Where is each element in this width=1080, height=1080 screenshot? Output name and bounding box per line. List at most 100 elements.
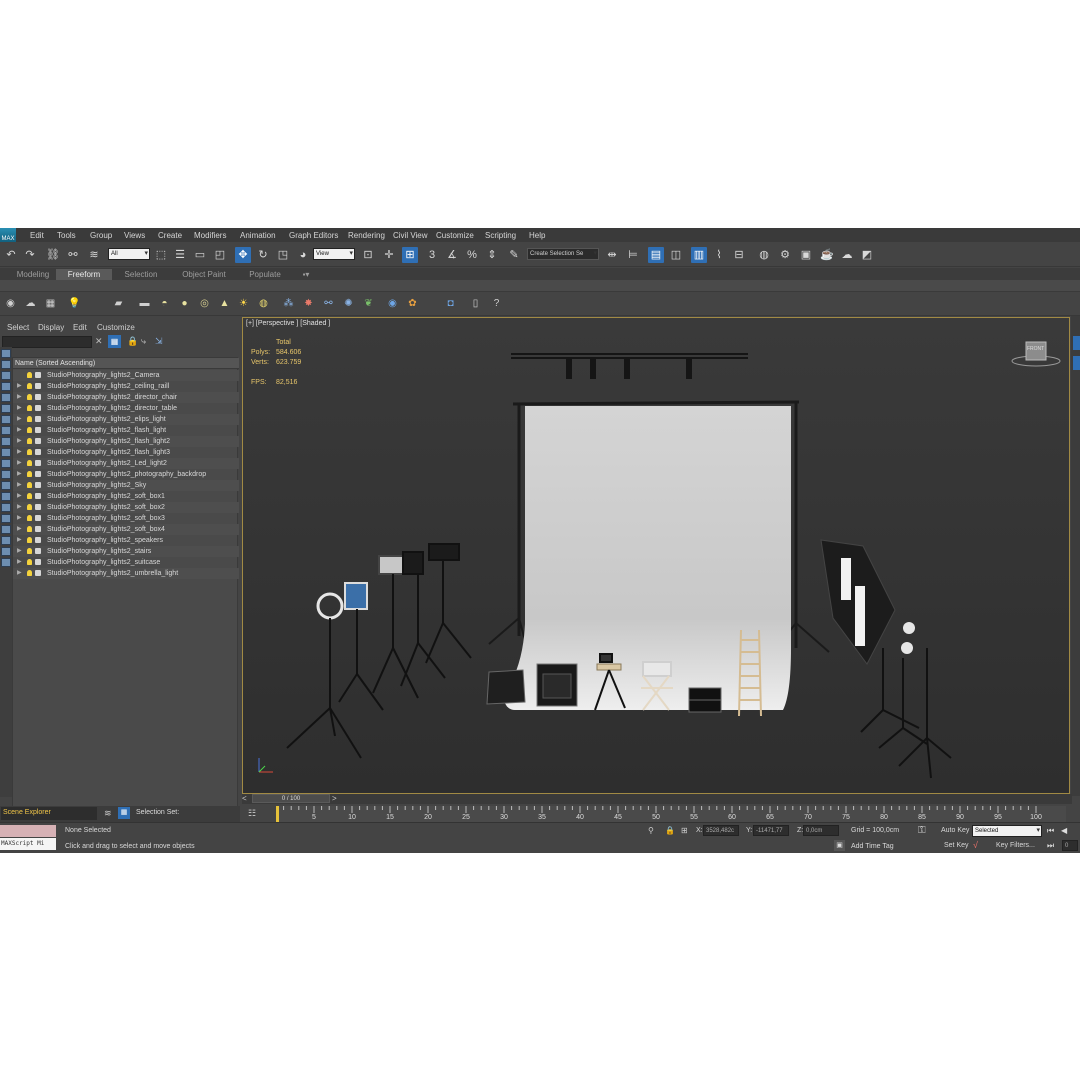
undo-icon[interactable]: ↶	[3, 247, 19, 263]
select-and-place-icon[interactable]: ◕	[295, 247, 311, 263]
filter-toggle-icon[interactable]	[1, 525, 11, 534]
reference-coordinate-dropdown[interactable]: View	[313, 248, 355, 260]
menu-create[interactable]: Create	[158, 228, 182, 242]
y-coordinate-field[interactable]: -11471,77	[753, 825, 789, 836]
track-bar-toggle-icon[interactable]: ☷	[248, 808, 262, 820]
dynamics-icon[interactable]: ✸	[301, 296, 316, 311]
tab-object-paint[interactable]: Object Paint	[172, 269, 236, 280]
expand-arrow-icon[interactable]: ▶	[17, 568, 22, 579]
filter-toggle-icon[interactable]	[1, 503, 11, 512]
list-item[interactable]: ▶ StudioPhotography_lights2_director_chai…	[13, 392, 239, 403]
set-key-icon[interactable]: ⚿	[918, 825, 926, 836]
scene-explorer-dropdown[interactable]: Scene Explorer	[1, 807, 97, 820]
menu-edit[interactable]: Edit	[30, 228, 44, 242]
select-children-icon[interactable]: ⇲	[155, 336, 163, 347]
menu-customize[interactable]: Customize	[436, 228, 474, 242]
filter-toggle-icon[interactable]	[1, 382, 11, 391]
list-item[interactable]: ▶ StudioPhotography_lights2_Led_light2	[13, 458, 239, 469]
filter-toggle-icon[interactable]	[1, 448, 11, 457]
visibility-bulb-icon[interactable]	[27, 526, 32, 532]
menu-graph-editors[interactable]: Graph Editors	[289, 228, 338, 242]
list-item[interactable]: ▶ StudioPhotography_lights2_flash_light2	[13, 436, 239, 447]
display-all-icon[interactable]: ☁	[23, 296, 38, 311]
z-coordinate-field[interactable]: 0,0cm	[803, 825, 839, 836]
tab-selection[interactable]: Selection	[116, 269, 166, 280]
expand-arrow-icon[interactable]: ▶	[17, 524, 22, 535]
clear-search-icon[interactable]: ✕	[95, 336, 103, 347]
key-curve-icon[interactable]: √	[973, 840, 978, 850]
expand-arrow-icon[interactable]: ▶	[17, 480, 22, 491]
filter-toggle-icon[interactable]	[1, 547, 11, 556]
time-tag-icon[interactable]: ▣	[834, 840, 845, 851]
color-picker-icon[interactable]: ✿	[405, 296, 420, 311]
box-primitive-icon[interactable]: ▬	[137, 296, 152, 311]
hierarchy-icon[interactable]: ⤷	[141, 336, 146, 347]
expand-arrow-icon[interactable]: ▶	[17, 458, 22, 469]
key-filters-button[interactable]: Key Filters...	[996, 842, 1035, 849]
find-icon[interactable]: ▦	[108, 335, 121, 348]
explorer-menu-customize[interactable]: Customize	[97, 323, 135, 332]
filter-toggle-icon[interactable]	[1, 415, 11, 424]
rendered-frame-window-icon[interactable]: ▣	[798, 247, 814, 263]
rectangular-selection-icon[interactable]: ▭	[192, 247, 208, 263]
spinner-snap-icon[interactable]: ⇕	[484, 247, 500, 263]
bind-space-warp-icon[interactable]: ≋	[86, 247, 102, 263]
expand-arrow-icon[interactable]: ▶	[17, 491, 22, 502]
expand-arrow-icon[interactable]: ▶	[17, 425, 22, 436]
perspective-viewport[interactable]: [+] [Perspective ] [Shaded ] Total Polys…	[242, 317, 1070, 794]
align-icon[interactable]: ⊨	[625, 247, 641, 263]
time-slider[interactable]: < 0 / 100 >	[242, 794, 1072, 804]
visibility-bulb-icon[interactable]	[27, 559, 32, 565]
time-next-icon[interactable]: >	[332, 794, 337, 803]
visibility-bulb-icon[interactable]	[27, 504, 32, 510]
current-frame-field[interactable]: 0	[1062, 840, 1078, 851]
viewport-config-icon[interactable]: ▯	[468, 296, 483, 311]
tab-populate[interactable]: Populate	[242, 269, 288, 280]
absolute-mode-icon[interactable]: ⊞	[681, 826, 688, 835]
filter-toggle-icon[interactable]	[1, 437, 11, 446]
expand-arrow-icon[interactable]: ▶	[17, 469, 22, 480]
filter-toggle-icon[interactable]	[1, 393, 11, 402]
menu-animation[interactable]: Animation	[240, 228, 276, 242]
named-selection-set-dropdown[interactable]: Create Selection Se	[527, 248, 599, 260]
help-icon[interactable]: ?	[489, 296, 504, 311]
list-item[interactable]: ▶ StudioPhotography_lights2_suitcase	[13, 557, 239, 568]
time-cursor[interactable]	[276, 806, 279, 822]
expand-arrow-icon[interactable]: ▶	[17, 513, 22, 524]
visibility-bulb-icon[interactable]	[27, 537, 32, 543]
percent-snap-icon[interactable]: %	[464, 247, 480, 263]
visibility-bulb-icon[interactable]	[27, 394, 32, 400]
material-editor-icon[interactable]: ◍	[756, 247, 772, 263]
auto-key-button[interactable]: Auto Key	[941, 827, 969, 834]
maxscript-listener-output[interactable]	[0, 825, 56, 837]
pivot-center-icon[interactable]: ⊡	[360, 247, 376, 263]
filter-toggle-icon[interactable]	[1, 360, 11, 369]
panel-tab-create[interactable]	[1073, 336, 1080, 350]
expand-arrow-icon[interactable]: ▶	[17, 546, 22, 557]
visibility-bulb-icon[interactable]	[27, 416, 32, 422]
toggle-scene-explorer-icon[interactable]: ▤	[648, 247, 664, 263]
menu-modifiers[interactable]: Modifiers	[194, 228, 226, 242]
xref-icon[interactable]: ⚯	[321, 296, 336, 311]
list-item[interactable]: ▶ StudioPhotography_lights2_umbrella_ligh…	[13, 568, 239, 579]
list-item[interactable]: ▶ StudioPhotography_lights2_director_tabl…	[13, 403, 239, 414]
selection-lock-icon[interactable]: 🔒	[665, 826, 675, 835]
list-item[interactable]: ▶ StudioPhotography_lights2_flash_light	[13, 425, 239, 436]
target-sphere-icon[interactable]: ◍	[256, 296, 271, 311]
menu-views[interactable]: Views	[124, 228, 145, 242]
tab-freeform[interactable]: Freeform	[56, 269, 112, 280]
visibility-bulb-icon[interactable]	[27, 427, 32, 433]
visibility-bulb-icon[interactable]	[27, 515, 32, 521]
visibility-bulb-icon[interactable]	[27, 482, 32, 488]
render-production-icon[interactable]: ☕	[819, 247, 835, 263]
foliage-icon[interactable]: ❦	[361, 296, 376, 311]
filter-toggle-icon[interactable]	[1, 371, 11, 380]
torus-icon[interactable]: ◎	[197, 296, 212, 311]
list-item[interactable]: ▶ StudioPhotography_lights2_soft_box2	[13, 502, 239, 513]
visibility-bulb-icon[interactable]	[27, 460, 32, 466]
list-item[interactable]: ▶ StudioPhotography_lights2_Sky	[13, 480, 239, 491]
panel-tab-modify[interactable]	[1073, 356, 1080, 370]
visibility-bulb-icon[interactable]	[27, 405, 32, 411]
redo-icon[interactable]: ↷	[22, 247, 38, 263]
go-to-start-icon[interactable]: ⏮	[1047, 826, 1054, 836]
